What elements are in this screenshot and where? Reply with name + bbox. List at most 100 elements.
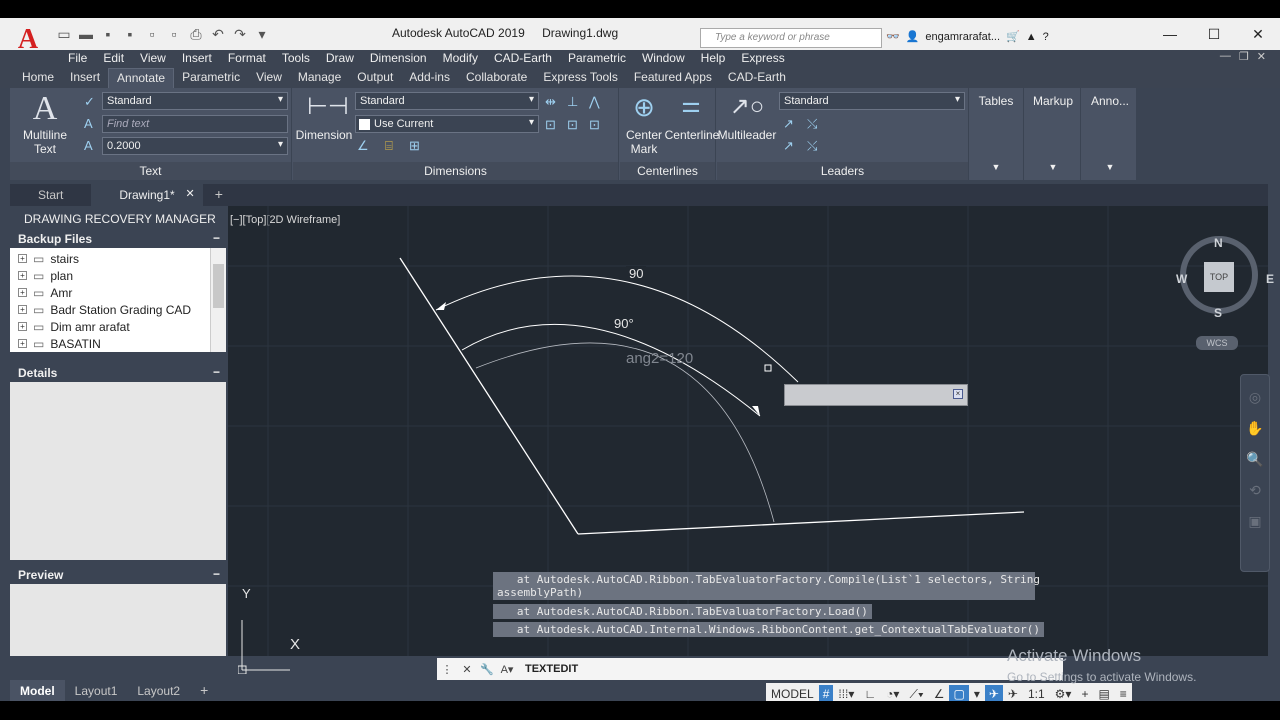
menu-format[interactable]: Format (220, 50, 274, 68)
osnap-dropdown-icon[interactable]: ▾ (969, 687, 985, 701)
find-text-input[interactable]: Find text (102, 115, 288, 133)
doc-close-icon[interactable]: ✕ (1257, 50, 1266, 63)
tables-expand-icon[interactable]: ▼ (968, 162, 1024, 172)
tab-output[interactable]: Output (349, 68, 401, 88)
remove-leader-icon[interactable]: ⤯ (807, 116, 817, 132)
command-input[interactable]: TEXTEDIT (525, 663, 578, 675)
menu-modify[interactable]: Modify (435, 50, 486, 68)
continue-dimension-icon[interactable]: ⊞ (409, 138, 420, 154)
text-height-icon[interactable]: A (84, 138, 93, 153)
command-line[interactable]: ⋮ ✕ 🔧 A▾ TEXTEDIT (437, 658, 1063, 680)
backup-file-item[interactable]: + ▭ stairs (10, 250, 210, 267)
line-left[interactable] (399, 257, 579, 535)
preview-header[interactable]: Preview − (10, 566, 226, 584)
menu-help[interactable]: Help (693, 50, 734, 68)
anno-expand-icon[interactable]: ▼ (1082, 162, 1138, 172)
tab-cad-earth[interactable]: CAD-Earth (720, 68, 794, 88)
backup-file-item[interactable]: + ▭ Dim amr arafat (10, 318, 210, 335)
scrollbar-thumb[interactable] (213, 264, 224, 308)
menu-draw[interactable]: Draw (318, 50, 362, 68)
menu-cad-earth[interactable]: CAD-Earth (486, 50, 560, 68)
inline-text-editor[interactable]: × (784, 384, 968, 406)
compass-east[interactable]: E (1266, 272, 1274, 286)
menu-file[interactable]: File (60, 50, 95, 68)
snap-toggle-icon[interactable]: ⁞⁞⁞▾ (833, 687, 859, 701)
save-icon[interactable]: ▪ (100, 26, 116, 42)
dimension-label[interactable]: Dimension (295, 128, 353, 142)
multiline-text-label[interactable]: Multiline (14, 128, 76, 142)
grip[interactable] (764, 364, 772, 372)
cart-icon[interactable]: 🛒 (1006, 30, 1020, 43)
tab-drawing1[interactable]: Drawing1* ✕ (91, 184, 203, 206)
center-mark-icon[interactable]: ⊕ (628, 92, 660, 123)
add-layout-button[interactable]: + (190, 680, 218, 701)
dimension-icon[interactable]: ⊢⊣ (307, 92, 349, 121)
qat-dropdown-icon[interactable]: ▾ (254, 26, 270, 42)
doc-minimize-icon[interactable]: — (1220, 50, 1231, 63)
menu-tools[interactable]: Tools (274, 50, 318, 68)
model-space-toggle[interactable]: MODEL (766, 687, 819, 701)
maximize-button[interactable]: ☐ (1192, 18, 1236, 50)
pan-icon[interactable]: ✋ (1241, 420, 1269, 437)
help-search-input[interactable]: Type a keyword or phrase (700, 28, 882, 48)
centerline-icon[interactable]: ⚌ (674, 92, 708, 118)
help-icon[interactable]: ? (1043, 31, 1049, 43)
collect-leader-icon[interactable]: ⤯ (807, 138, 817, 154)
isodraft-icon[interactable]: ⟋▾ (904, 687, 928, 702)
plot-icon[interactable]: ⎙ (188, 26, 204, 42)
auto-scale-icon[interactable]: ✈ (1003, 687, 1023, 701)
center-mark-label-2[interactable]: Mark (620, 142, 668, 156)
tab-express-tools[interactable]: Express Tools (535, 68, 625, 88)
parametric-arc[interactable] (475, 342, 775, 523)
workspace-gear-icon[interactable]: ⚙▾ (1050, 687, 1077, 701)
tab-parametric[interactable]: Parametric (174, 68, 248, 88)
markup-label[interactable]: Markup (1025, 94, 1081, 108)
text-style-dropdown[interactable]: Standard (102, 92, 288, 110)
text-find-icon[interactable]: A (84, 116, 93, 131)
open-web-icon[interactable]: ▫ (144, 26, 160, 42)
tab-collaborate[interactable]: Collaborate (458, 68, 535, 88)
close-tab-icon[interactable]: ✕ (185, 187, 194, 200)
orbit-icon[interactable]: ⟲ (1241, 482, 1269, 499)
customize-icon[interactable]: 🔧 (477, 663, 497, 676)
centerlines-panel-label[interactable]: Centerlines (620, 162, 715, 180)
text-height-dropdown[interactable]: 0.2000 (102, 137, 288, 155)
user-icon[interactable]: 👤 (906, 30, 920, 43)
tab-model[interactable]: Model (10, 680, 65, 701)
details-header[interactable]: Details − (10, 364, 226, 382)
object-snap-icon[interactable]: ▢ (949, 685, 969, 701)
grid-toggle-icon[interactable]: # (818, 685, 834, 701)
expand-icon[interactable]: + (18, 322, 27, 331)
parameter-label[interactable]: ang2=120 (626, 350, 693, 367)
compass-west[interactable]: W (1176, 272, 1187, 286)
recent-commands-icon[interactable]: A▾ (497, 663, 517, 676)
menu-edit[interactable]: Edit (95, 50, 132, 68)
backup-files-header[interactable]: Backup Files − (10, 230, 226, 248)
add-leader-icon[interactable]: ↗ (783, 116, 794, 132)
compass-south[interactable]: S (1214, 306, 1222, 320)
dimension-text-90-deg[interactable]: 90° (612, 316, 636, 331)
dimension-arc-inner[interactable] (461, 324, 761, 417)
multileader-icon[interactable]: ↗○ (729, 92, 765, 121)
editor-close-icon[interactable]: × (953, 389, 963, 399)
dimension-layer-dropdown[interactable]: Use Current (355, 115, 539, 133)
steering-wheel-icon[interactable]: ◎ (1241, 389, 1269, 406)
user-name[interactable]: engamrarafat... (925, 31, 1000, 43)
zoom-icon[interactable]: 🔍 (1241, 451, 1269, 468)
showmotion-icon[interactable]: ▣ (1241, 513, 1269, 530)
tab-featured-apps[interactable]: Featured Apps (626, 68, 720, 88)
dimension-text-90[interactable]: 90 (626, 266, 647, 281)
text-panel-label[interactable]: Text (10, 162, 291, 180)
collapse-icon[interactable]: − (213, 231, 220, 245)
redo-icon[interactable]: ↷ (232, 26, 248, 42)
tables-label[interactable]: Tables (968, 94, 1024, 108)
anno-label[interactable]: Anno... (1082, 94, 1138, 108)
menu-view[interactable]: View (132, 50, 174, 68)
tab-home[interactable]: Home (14, 68, 62, 88)
tables-panel[interactable]: Tables ▼ (968, 88, 1024, 180)
align-leader-icon[interactable]: ↗ (783, 138, 794, 154)
save-web-icon[interactable]: ▫ (166, 26, 182, 42)
tab-add-ins[interactable]: Add-ins (401, 68, 458, 88)
save-as-icon[interactable]: ▪ (122, 26, 138, 42)
dim-tool-2-icon[interactable]: ⊥ (567, 94, 578, 110)
